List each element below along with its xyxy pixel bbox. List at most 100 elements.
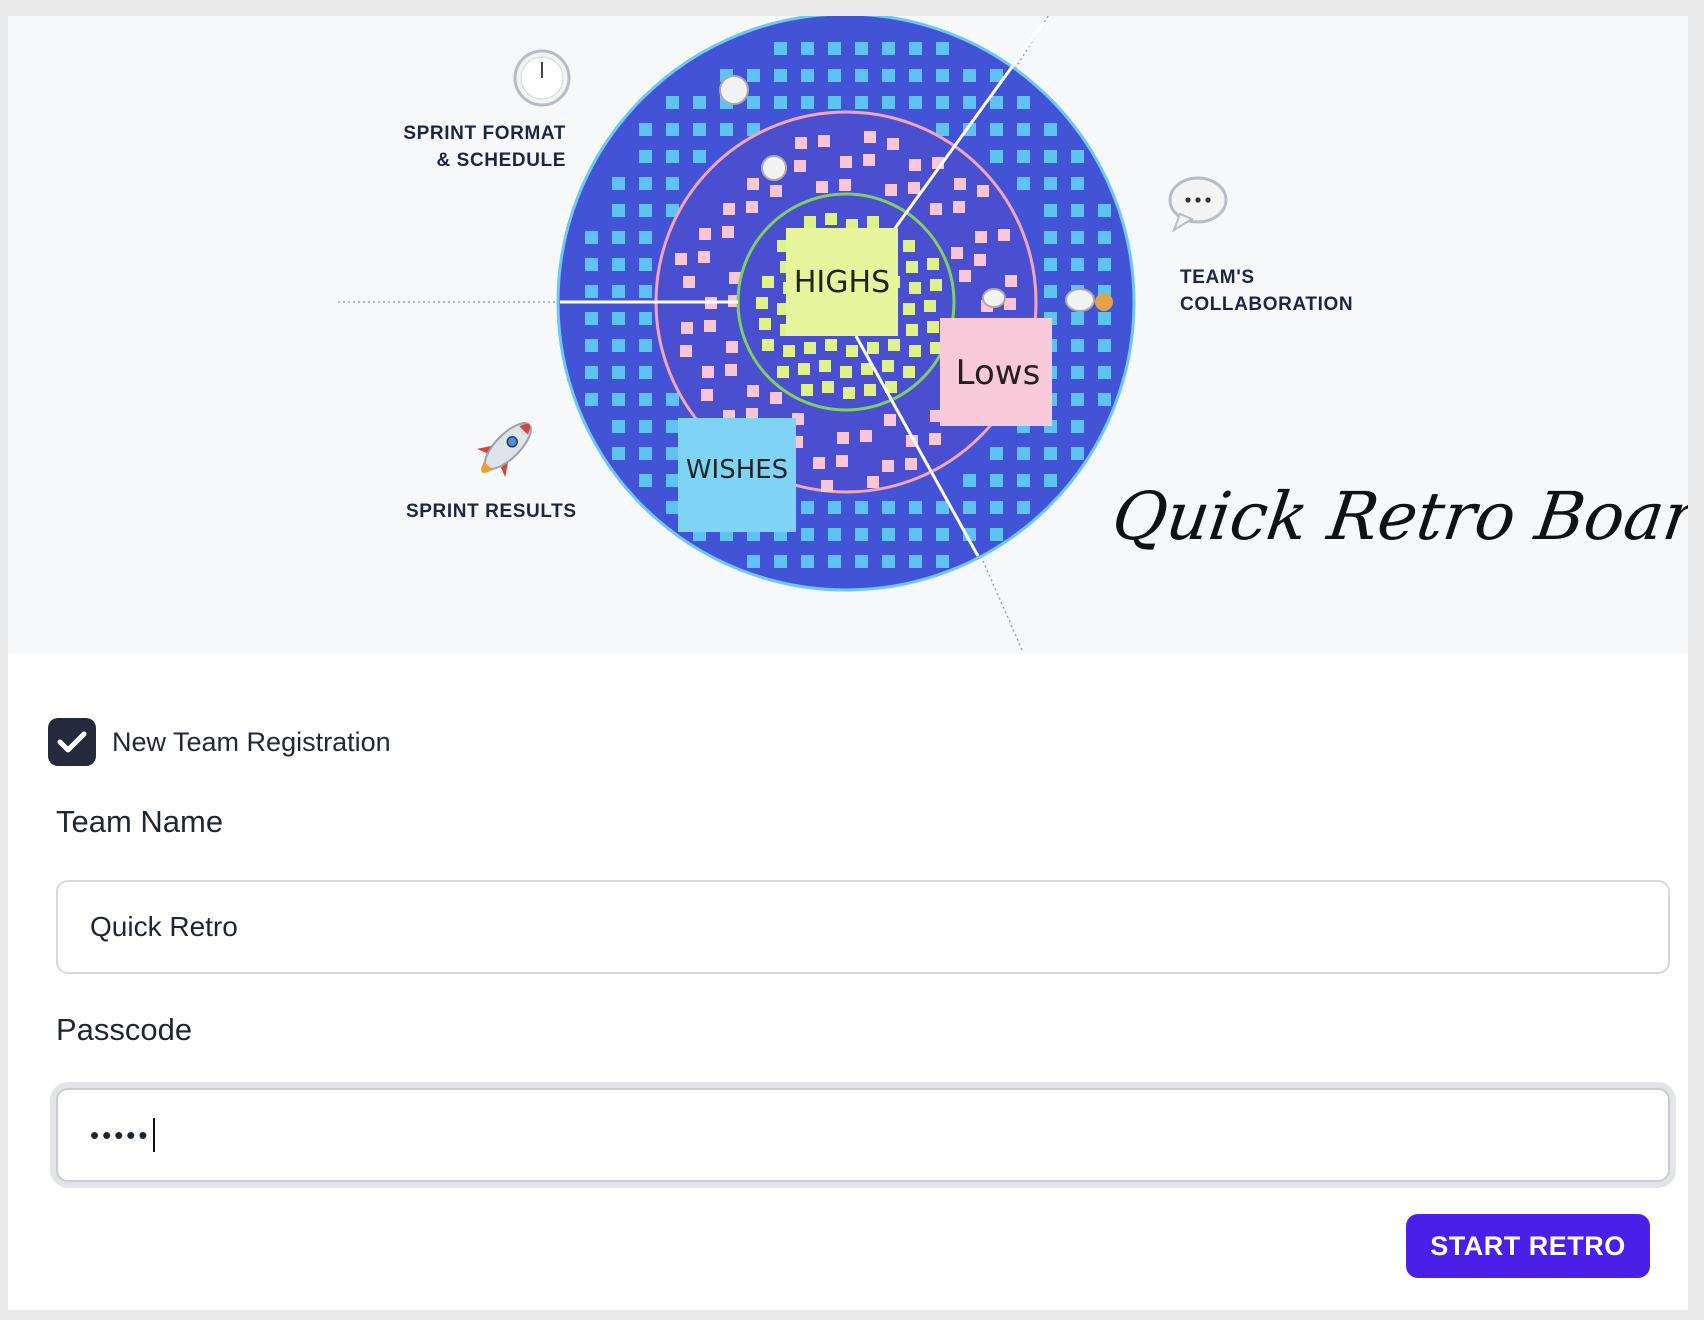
- sticky-note: [963, 69, 976, 82]
- sticky-note: [1017, 447, 1030, 460]
- sticky-note: [612, 366, 625, 379]
- sticky-note: [725, 364, 737, 376]
- sticky-note: [639, 420, 652, 433]
- team-name-value: Quick Retro: [90, 911, 238, 942]
- sprint-format-label: SPRINT FORMAT & SCHEDULE: [400, 120, 566, 174]
- sticky-note: [747, 555, 760, 568]
- sticky-note: [936, 96, 949, 109]
- sticky-note: [801, 555, 814, 568]
- sticky-note: [954, 178, 966, 190]
- sticky-note: [783, 345, 795, 357]
- sticky-note: [762, 276, 774, 288]
- sticky-note: [953, 201, 965, 213]
- sticky-note: [936, 555, 949, 568]
- sticky-note: [1098, 393, 1111, 406]
- sticky-note: [927, 258, 939, 270]
- sticky-note: [585, 393, 598, 406]
- sticky-note: [612, 420, 625, 433]
- sticky-note: [1044, 474, 1057, 487]
- sticky-note: [909, 528, 922, 541]
- sticky-note: [612, 312, 625, 325]
- sticky-note: [846, 345, 858, 357]
- team-name-label: Team Name: [56, 804, 224, 839]
- sticky-note: [1017, 501, 1030, 514]
- sticky-note: [990, 150, 1003, 163]
- sticky-note: [795, 137, 807, 149]
- sticky-note: [963, 501, 976, 514]
- sticky-note: [639, 447, 652, 460]
- text-caret: [152, 1118, 155, 1152]
- sticky-note: [951, 247, 963, 259]
- lows-label: Lows: [956, 353, 1041, 393]
- sticky-note: [1044, 204, 1057, 217]
- sticky-note: [1098, 231, 1111, 244]
- passcode-input[interactable]: •••••: [56, 1088, 1670, 1182]
- sticky-note: [909, 501, 922, 514]
- sticky-note: [990, 123, 1003, 136]
- sticky-note: [1017, 123, 1030, 136]
- sticky-note: [585, 258, 598, 271]
- sticky-note: [816, 181, 828, 193]
- registration-card: HIGHS Lows WISHES SPRINT FORMAT & SCHEDU…: [8, 16, 1688, 1310]
- sticky-note: [1044, 123, 1057, 136]
- sticky-note: [747, 96, 760, 109]
- sticky-note: [906, 324, 918, 336]
- sprint-results-label: SPRINT RESULTS: [406, 501, 577, 522]
- sticky-note: [720, 123, 733, 136]
- start-retro-button[interactable]: START RETRO: [1406, 1214, 1650, 1278]
- sticky-note: [804, 342, 816, 354]
- team-name-input[interactable]: Quick Retro: [56, 880, 1670, 974]
- sticky-note: [884, 414, 896, 426]
- sticky-note: [681, 322, 693, 334]
- sprint-format-line1: SPRINT FORMAT: [403, 123, 566, 144]
- sticky-note: [1044, 447, 1057, 460]
- sticky-note: [675, 253, 687, 265]
- new-team-checkbox[interactable]: [48, 718, 96, 766]
- sticky-note: [867, 216, 879, 228]
- sticky-note: [936, 528, 949, 541]
- sticky-note: [882, 69, 895, 82]
- sticky-note: [1071, 204, 1084, 217]
- sticky-note: [1098, 366, 1111, 379]
- sticky-note: [909, 282, 921, 294]
- highs-label: HIGHS: [794, 265, 890, 300]
- sticky-note: [683, 276, 695, 288]
- sticky-note: [828, 528, 841, 541]
- sticky-note: [759, 318, 771, 330]
- sticky-note: [777, 366, 789, 378]
- sticky-note: [747, 178, 759, 190]
- sticky-note: [639, 393, 652, 406]
- sticky-note: [639, 231, 652, 244]
- sticky-note: [704, 320, 716, 332]
- sticky-note: [936, 42, 949, 55]
- sticky-note: [828, 501, 841, 514]
- sticky-note: [585, 231, 598, 244]
- sticky-note: [929, 433, 941, 445]
- sticky-note: [990, 501, 1003, 514]
- sticky-note: [903, 303, 915, 315]
- sticky-note: [639, 258, 652, 271]
- sticky-note: [840, 156, 852, 168]
- sticky-note: [762, 339, 774, 351]
- passcode-label: Passcode: [56, 1012, 193, 1047]
- new-team-checkbox-row[interactable]: New Team Registration: [48, 718, 391, 766]
- sticky-note: [855, 555, 868, 568]
- sticky-note: [639, 177, 652, 190]
- sticky-note: [963, 96, 976, 109]
- sticky-note: [839, 179, 851, 191]
- sticky-note: [882, 501, 895, 514]
- sprint-format-line2: & SCHEDULE: [436, 150, 566, 171]
- sticky-note: [930, 203, 942, 215]
- sticky-note: [867, 476, 879, 488]
- sticky-note: [855, 69, 868, 82]
- sticky-note: [909, 96, 922, 109]
- sticky-note: [818, 135, 830, 147]
- sticky-note: [909, 42, 922, 55]
- sticky-note: [1017, 150, 1030, 163]
- sticky-note: [825, 213, 837, 225]
- sticky-note: [855, 528, 868, 541]
- sticky-note: [698, 251, 710, 263]
- sticky-note: [1044, 258, 1057, 271]
- sticky-note: [756, 297, 768, 309]
- sticky-note: [882, 96, 895, 109]
